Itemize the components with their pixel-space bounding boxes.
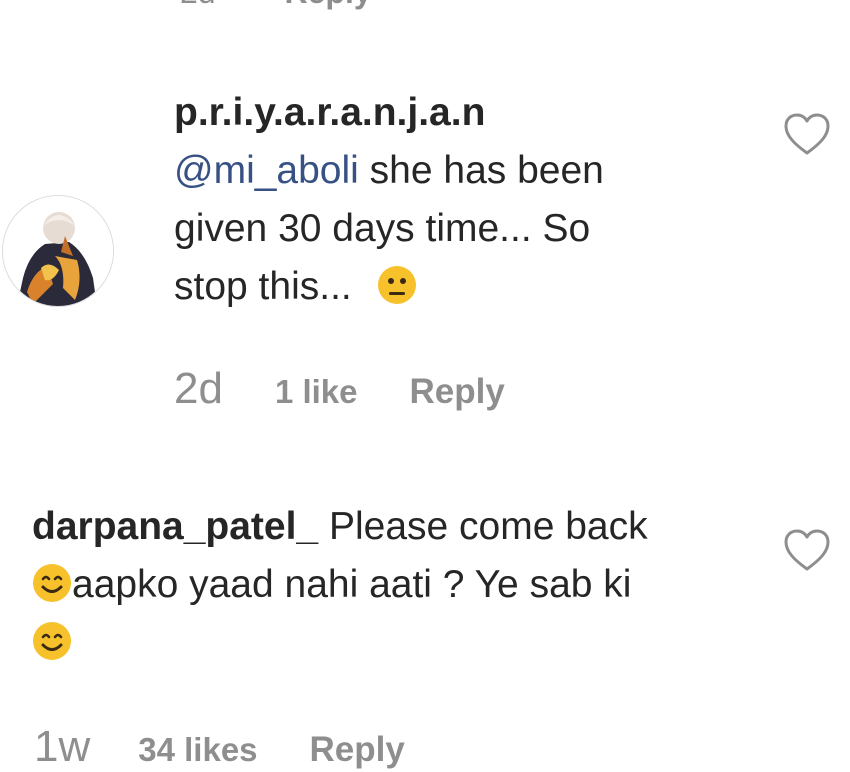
comment-meta: 2d 1 like Reply [174, 364, 505, 414]
comment-body: p.r.i.y.a.r.a.n.j.a.n @mi_aboli she has … [174, 84, 604, 316]
comment-text-line: Please come back [318, 505, 648, 548]
previous-comment-time: 2d [180, 0, 216, 10]
avatar[interactable] [2, 195, 114, 307]
comment-text-line: given 30 days time... So [174, 207, 591, 250]
smiling-face-icon [32, 620, 72, 660]
like-heart-icon[interactable] [783, 528, 831, 572]
comment-likes-count[interactable]: 1 like [275, 373, 358, 410]
comment-time[interactable]: 2d [174, 364, 223, 413]
comment-body: darpana_patel_ Please come back aapko ya… [32, 498, 648, 672]
smiling-face-icon [32, 562, 72, 602]
comment-username[interactable]: p.r.i.y.a.r.a.n.j.a.n [174, 91, 485, 134]
comment-reply-button[interactable]: Reply [310, 730, 405, 769]
comment-reply-button[interactable]: Reply [410, 372, 505, 411]
comment-text-line: she has been [358, 149, 604, 192]
comment-text-line: stop this... [174, 265, 352, 308]
comment-username[interactable]: darpana_patel_ [32, 505, 318, 548]
avatar-image [3, 196, 113, 306]
previous-comment-reply-button[interactable]: Reply [284, 0, 371, 10]
previous-comment-meta: 2d Reply [180, 0, 372, 11]
neutral-face-icon [377, 264, 417, 304]
comment-text-line: aapko yaad nahi aati ? Ye sab ki [72, 563, 632, 606]
comment-meta: 1w 34 likes Reply [34, 722, 405, 772]
like-heart-icon[interactable] [783, 112, 831, 156]
comment-time[interactable]: 1w [34, 722, 90, 771]
comment-mention-link[interactable]: @mi_aboli [174, 149, 359, 192]
comment-likes-count[interactable]: 34 likes [138, 731, 257, 768]
